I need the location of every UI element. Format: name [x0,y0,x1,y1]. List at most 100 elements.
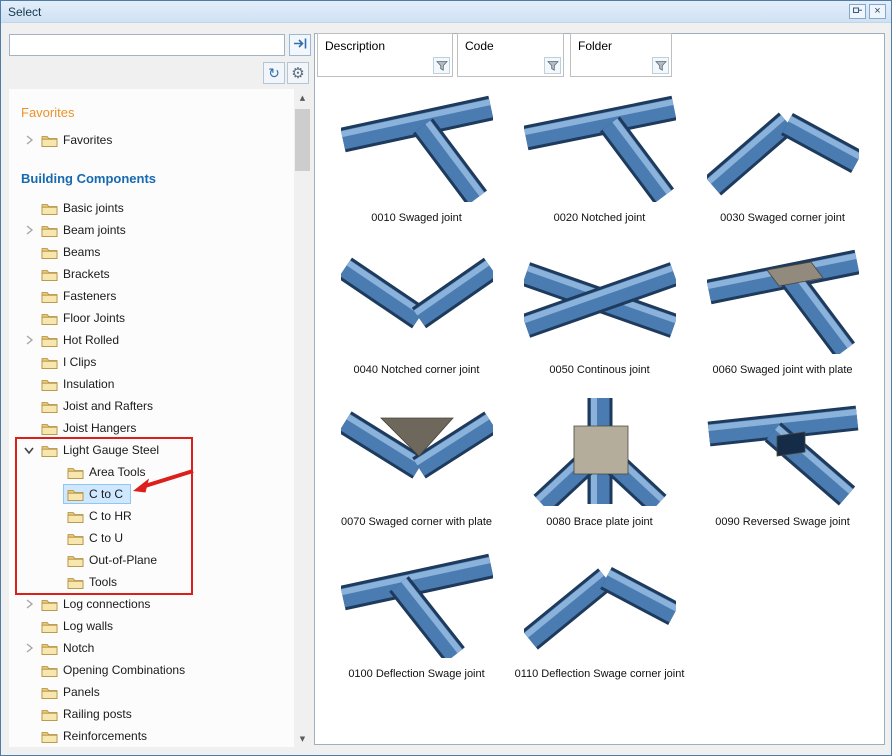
column-header-folder[interactable]: Folder [570,33,672,77]
folder-icon [41,598,58,611]
tree-item-light-gauge-steel[interactable]: Light Gauge Steel [9,439,294,461]
chevron-right-icon[interactable] [21,132,37,148]
column-header-description[interactable]: Description [317,33,453,77]
scroll-down-icon[interactable]: ▼ [294,730,311,747]
tree-item-body[interactable]: Railing posts [37,704,140,724]
tree-item-body[interactable]: Floor Joints [37,308,133,328]
tree-item-joist-and-rafters[interactable]: Joist and Rafters [9,395,294,417]
filter-icon[interactable] [433,57,450,74]
folder-icon [67,554,84,567]
filter-icon[interactable] [544,57,561,74]
tree-item-body[interactable]: Opening Combinations [37,660,193,680]
chevron-spacer [47,508,63,524]
tree-item-body[interactable]: Basic joints [37,198,132,218]
tree-item-body[interactable]: Beams [37,242,108,262]
component-item-0050-continous-joint[interactable]: 0050 Continous joint [508,242,691,394]
tree-item-body[interactable]: C to HR [63,506,140,526]
tree-item-body[interactable]: Beam joints [37,220,134,240]
tree-item-out-of-plane[interactable]: Out-of-Plane [9,549,294,571]
tree-item-favorites[interactable]: Favorites [9,129,294,151]
component-item-0030-swaged-corner-joint[interactable]: 0030 Swaged corner joint [691,90,874,242]
tree-item-beam-joints[interactable]: Beam joints [9,219,294,241]
chevron-right-icon[interactable] [21,596,37,612]
tree-item-body[interactable]: C to U [63,528,131,548]
tree-item-body[interactable]: Light Gauge Steel [37,440,167,460]
tree-item-joist-hangers[interactable]: Joist Hangers [9,417,294,439]
close-button[interactable]: × [869,4,886,19]
tree-item-tools[interactable]: Tools [9,571,294,593]
window-title: Select [8,5,41,19]
folder-icon [41,202,58,215]
tree-item-basic-joints[interactable]: Basic joints [9,197,294,219]
folder-icon [41,224,58,237]
component-grid: 0010 Swaged joint0020 Notched joint0030 … [325,90,876,698]
tree-item-body[interactable]: Brackets [37,264,118,284]
tree-item-body[interactable]: Fasteners [37,286,124,306]
tree-item-body[interactable]: Reinforcements [37,726,155,746]
scrollbar-thumb[interactable] [295,109,310,171]
tree-item-beams[interactable]: Beams [9,241,294,263]
tree-item-brackets[interactable]: Brackets [9,263,294,285]
tree-item-c-to-u[interactable]: C to U [9,527,294,549]
tree-item-area-tools[interactable]: Area Tools [9,461,294,483]
tree-item-c-to-c[interactable]: C to C [9,483,294,505]
tree-item-body[interactable]: I Clips [37,352,104,372]
tree-item-c-to-hr[interactable]: C to HR [9,505,294,527]
component-item-0090-reversed-swage-joint[interactable]: 0090 Reversed Swage joint [691,394,874,546]
component-item-0020-notched-joint[interactable]: 0020 Notched joint [508,90,691,242]
settings-button[interactable]: ⚙ [287,62,309,84]
tree-item-body[interactable]: Log walls [37,616,121,636]
refresh-button[interactable]: ↻ [263,62,285,84]
chevron-right-icon[interactable] [21,640,37,656]
pin-button[interactable] [849,4,866,19]
tree-item-reinforcements[interactable]: Reinforcements [9,725,294,747]
search-go-button[interactable] [289,34,311,56]
tree-item-body[interactable]: C to C [63,484,131,504]
tree-item-body[interactable]: Notch [37,638,102,658]
tree-item-body[interactable]: Out-of-Plane [63,550,165,570]
tree-item-log-walls[interactable]: Log walls [9,615,294,637]
tree-item-notch[interactable]: Notch [9,637,294,659]
tree-item-body[interactable]: Log connections [37,594,158,614]
chevron-down-icon[interactable] [21,442,37,458]
component-item-0040-notched-corner-joint[interactable]: 0040 Notched corner joint [325,242,508,394]
component-item-0110-deflection-swage-corner-joint[interactable]: 0110 Deflection Swage corner joint [508,546,691,698]
tree-item-fasteners[interactable]: Fasteners [9,285,294,307]
tree-item-body[interactable]: Area Tools [63,462,153,482]
folder-icon [67,488,84,501]
tree-item-body[interactable]: Hot Rolled [37,330,127,350]
scroll-up-icon[interactable]: ▲ [294,89,311,106]
chevron-spacer [21,266,37,282]
component-item-0080-brace-plate-joint[interactable]: 0080 Brace plate joint [508,394,691,546]
search-input[interactable] [9,34,285,56]
chevron-right-icon[interactable] [21,222,37,238]
chevron-spacer [21,376,37,392]
folder-icon [67,576,84,589]
folder-icon [41,664,58,677]
tree-item-i-clips[interactable]: I Clips [9,351,294,373]
filter-icon[interactable] [652,57,669,74]
tree-item-body[interactable]: Panels [37,682,108,702]
tree-item-hot-rolled[interactable]: Hot Rolled [9,329,294,351]
tree-item-body[interactable]: Tools [63,572,125,592]
chevron-right-icon[interactable] [21,332,37,348]
tree-item-body[interactable]: Favorites [37,130,120,150]
tree-item-body[interactable]: Joist Hangers [37,418,144,438]
tree-item-log-connections[interactable]: Log connections [9,593,294,615]
column-header-code[interactable]: Code [457,33,564,77]
tree-item-railing-posts[interactable]: Railing posts [9,703,294,725]
tree-item-floor-joints[interactable]: Floor Joints [9,307,294,329]
tree-scrollbar[interactable]: ▲ ▼ [294,89,311,747]
titlebar[interactable]: Select × [1,1,891,23]
tree-item-body[interactable]: Insulation [37,374,122,394]
tree-item-insulation[interactable]: Insulation [9,373,294,395]
tree-item-body[interactable]: Joist and Rafters [37,396,161,416]
component-item-0070-swaged-corner-with-plate[interactable]: 0070 Swaged corner with plate [325,394,508,546]
tree-item-panels[interactable]: Panels [9,681,294,703]
component-item-0060-swaged-joint-with-plate[interactable]: 0060 Swaged joint with plate [691,242,874,394]
chevron-spacer [21,310,37,326]
component-item-0010-swaged-joint[interactable]: 0010 Swaged joint [325,90,508,242]
tree-item-label: Railing posts [63,707,132,721]
tree-item-opening-combinations[interactable]: Opening Combinations [9,659,294,681]
component-item-0100-deflection-swage-joint[interactable]: 0100 Deflection Swage joint [325,546,508,698]
